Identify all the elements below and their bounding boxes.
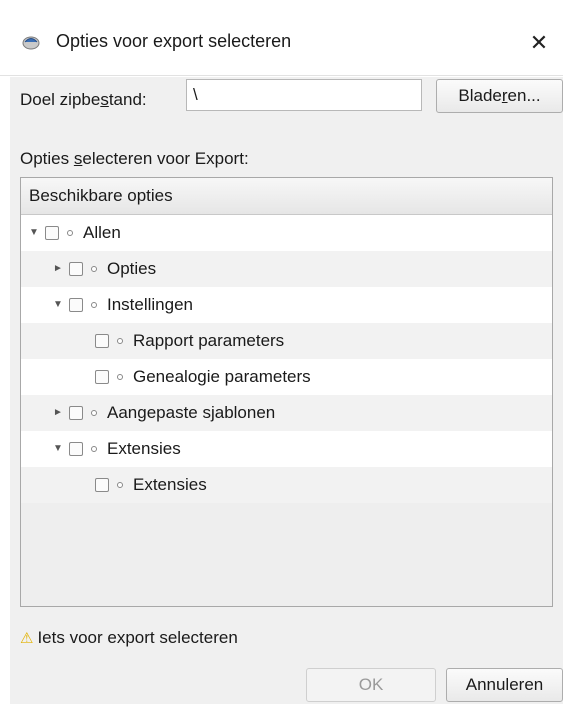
browse-button[interactable]: Bladeren... <box>436 79 563 113</box>
checkbox[interactable] <box>95 478 109 492</box>
collapse-arrow-icon[interactable]: ▼ <box>51 431 65 467</box>
close-icon[interactable]: ✕ <box>515 19 563 67</box>
target-zip-input[interactable] <box>186 79 422 111</box>
node-icon <box>67 230 73 236</box>
node-icon <box>117 338 123 344</box>
warning-text: Iets voor export selecteren <box>37 628 238 647</box>
checkbox[interactable] <box>69 298 83 312</box>
tree-item-label: Instellingen <box>107 295 194 314</box>
tree-item-label: Genealogie parameters <box>133 367 311 386</box>
tree-row-instellingen[interactable]: ▼ Instellingen <box>21 287 552 323</box>
tree-item-label: Aangepaste sjablonen <box>107 403 276 422</box>
checkbox[interactable] <box>69 406 83 420</box>
node-icon <box>91 446 97 452</box>
tree-row-allen[interactable]: ▼ Allen <box>21 215 552 251</box>
tree-row-rapport-parameters[interactable]: Rapport parameters <box>21 323 552 359</box>
options-tree[interactable]: Beschikbare opties ▼ Allen ► Opties ▼ In… <box>20 177 553 607</box>
window-title: Opties voor export selecteren <box>56 31 292 51</box>
tree-row-extensies[interactable]: ▼ Extensies <box>21 431 552 467</box>
dialog-content: Doel zipbestand: Bladeren... Opties sele… <box>10 77 563 704</box>
select-options-label: Opties selecteren voor Export: <box>20 149 249 168</box>
checkbox[interactable] <box>69 442 83 456</box>
status-warning: ⚠ Iets voor export selecteren <box>20 628 238 648</box>
tree-item-label: Allen <box>83 223 121 242</box>
collapse-arrow-icon[interactable]: ▼ <box>27 215 41 251</box>
tree-item-label: Extensies <box>107 439 181 458</box>
node-icon <box>91 266 97 272</box>
tree-item-label: Extensies <box>133 475 207 494</box>
node-icon <box>91 302 97 308</box>
target-zip-label: Doel zipbestand: <box>20 90 147 109</box>
checkbox[interactable] <box>69 262 83 276</box>
checkbox[interactable] <box>45 226 59 240</box>
checkbox[interactable] <box>95 370 109 384</box>
app-icon <box>22 36 40 50</box>
node-icon <box>117 374 123 380</box>
tree-item-label: Rapport parameters <box>133 331 285 350</box>
tree-row-extensies-child[interactable]: Extensies <box>21 467 552 503</box>
cancel-button[interactable]: Annuleren <box>446 668 563 702</box>
node-icon <box>117 482 123 488</box>
collapse-arrow-icon[interactable]: ▼ <box>51 287 65 323</box>
tree-row-aangepaste-sjablonen[interactable]: ► Aangepaste sjablonen <box>21 395 552 431</box>
tree-column-header: Beschikbare opties <box>21 178 552 215</box>
title-bar: Opties voor export selecteren ✕ <box>0 0 563 76</box>
expand-arrow-icon[interactable]: ► <box>51 395 65 431</box>
warning-icon: ⚠ <box>20 630 34 647</box>
ok-button[interactable]: OK <box>306 668 436 702</box>
expand-arrow-icon[interactable]: ► <box>51 251 65 287</box>
node-icon <box>91 410 97 416</box>
checkbox[interactable] <box>95 334 109 348</box>
tree-item-label: Opties <box>107 259 157 278</box>
tree-row-opties[interactable]: ► Opties <box>21 251 552 287</box>
tree-row-genealogie-parameters[interactable]: Genealogie parameters <box>21 359 552 395</box>
